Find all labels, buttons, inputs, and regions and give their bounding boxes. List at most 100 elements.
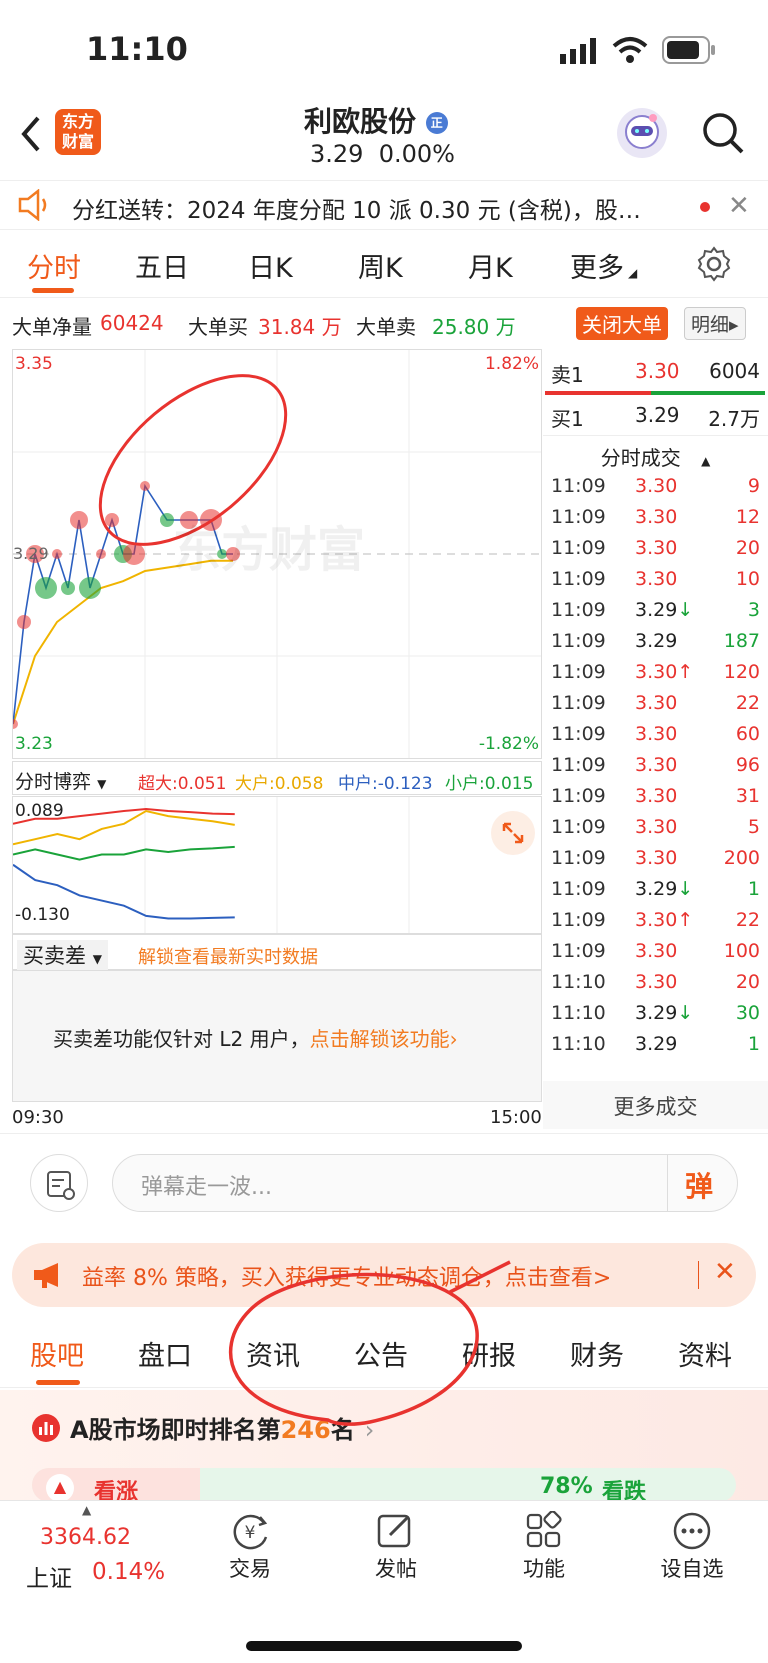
tick-volume: 12	[735, 506, 760, 528]
tick-row: 11:09 3.30 9	[543, 471, 768, 502]
nav-post[interactable]: 发帖	[360, 1511, 432, 1583]
tab-ziliao[interactable]: 资料	[678, 1334, 732, 1373]
promo-close-icon[interactable]: ✕	[714, 1257, 736, 1287]
big-order-row: 大单净量 60424 大单买 31.84 万 大单卖 25.80 万 关闭大单 …	[0, 303, 768, 343]
big-order-dot-6	[70, 511, 88, 529]
maimai-unlock-link[interactable]: 解锁查看最新实时数据	[138, 943, 318, 969]
tick-time: 11:09	[551, 723, 606, 745]
tick-time: 11:09	[551, 754, 606, 776]
game-selector[interactable]: 分时博弈 ▼	[15, 767, 106, 794]
tick-price: 3.30	[635, 692, 678, 714]
community-tab-underline	[36, 1380, 80, 1385]
y-bottom-label: 3.23	[15, 734, 53, 754]
tab-yuek[interactable]: 月K	[468, 246, 513, 285]
game-chart-svg	[13, 797, 410, 933]
tick-row: 11:09 3.30 200	[543, 843, 768, 874]
settings-gear-icon[interactable]	[696, 246, 732, 282]
ticks-list[interactable]: 11:09 3.30 9 11:09 3.30 12 11:09 3.30 20 11:09 3.3…	[543, 471, 768, 1081]
signal-icon	[560, 38, 598, 64]
big-order-dot-5	[61, 581, 75, 595]
back-icon[interactable]	[18, 114, 42, 154]
maimai-header: 买卖差 ▼ 解锁查看最新实时数据	[12, 934, 542, 970]
detail-button[interactable]: 明细▸	[684, 307, 746, 340]
big-order-dot-4	[52, 549, 62, 559]
game-header: 分时博弈 ▼ 超大:0.051 大户:0.058 中户:-0.123 小户:0.…	[12, 761, 542, 795]
annotation-overlay	[228, 1260, 511, 1426]
tick-volume: 60	[735, 723, 760, 745]
vote-bar[interactable]: ▲ 看涨 78% 看跌	[32, 1468, 736, 1502]
tick-volume: 20	[735, 971, 760, 993]
tick-time: 11:10	[551, 1033, 606, 1055]
tick-time: 11:09	[551, 599, 606, 621]
tick-volume: 3	[747, 599, 760, 621]
tick-price: 3.30	[635, 754, 678, 776]
danmu-input[interactable]: 弹幕走一波... 弹	[112, 1154, 738, 1212]
tick-volume: 120	[723, 661, 760, 683]
danmu-send-button[interactable]: 弹	[685, 1165, 713, 1205]
buy1-volume: 2.7万	[708, 407, 760, 431]
robot-avatar-icon[interactable]	[617, 108, 667, 158]
tick-price: 3.30	[635, 568, 678, 590]
search-icon[interactable]	[702, 112, 746, 156]
big-order-dot-13	[160, 513, 174, 527]
tick-volume: 5	[747, 816, 760, 838]
tab-caiwu[interactable]: 财务	[570, 1334, 624, 1373]
tab-more[interactable]: 更多 ◢	[570, 246, 637, 285]
notice-bar[interactable]: 分红送转：2024 年度分配 10 派 0.30 元 (含税)，股… ✕	[0, 180, 768, 230]
tab-rik[interactable]: 日K	[248, 246, 293, 285]
more-deals-button[interactable]: 更多成交	[543, 1081, 768, 1129]
tick-time: 11:09	[551, 847, 606, 869]
tick-price: 3.30	[635, 940, 678, 962]
big-order-dot-1	[17, 615, 31, 629]
wifi-icon	[612, 36, 648, 64]
danmu-settings-icon[interactable]	[30, 1154, 88, 1212]
nav-watchlist[interactable]: 设自选	[650, 1511, 734, 1583]
expand-icon[interactable]	[491, 811, 535, 855]
maimai-lock-link[interactable]: 点击解锁该功能	[310, 1027, 450, 1051]
tick-price: 3.30	[635, 723, 678, 745]
tick-row: 11:09 3.30 12	[543, 502, 768, 533]
sell1-volume: 6004	[709, 359, 760, 383]
tab-pankou[interactable]: 盘口	[138, 1334, 192, 1373]
sell1-label: 卖1	[551, 363, 584, 387]
stock-price: 3.29	[310, 140, 364, 168]
intraday-chart[interactable]: 3.35 3.23 1.82% -1.82% 3.29 东方财富	[12, 349, 542, 759]
more-dots-icon	[673, 1512, 711, 1550]
tick-row: 11:09 3.29 187	[543, 626, 768, 657]
ticks-header[interactable]: 分时成交 ▲	[543, 435, 768, 471]
vote-down-label: 看跌	[602, 1480, 647, 1502]
maimai-selector[interactable]: 买卖差 ▼	[17, 940, 108, 970]
vote-up[interactable]: ▲ 看涨	[32, 1468, 200, 1502]
stock-title: 利欧股份 正	[304, 100, 448, 140]
tick-price: 3.30	[635, 537, 678, 559]
big-order-dot-8	[96, 549, 106, 559]
tick-volume: 22	[735, 692, 760, 714]
tick-row: 11:09 3.30↑ 22	[543, 905, 768, 936]
tick-time: 11:10	[551, 1002, 606, 1024]
game-xiaohu: 小户:0.015	[445, 774, 534, 794]
notice-dot	[700, 202, 710, 212]
tick-price: 3.29↓	[635, 1002, 694, 1024]
tick-price: 3.30	[635, 506, 678, 528]
close-big-order-button[interactable]: 关闭大单	[576, 307, 668, 340]
tick-row: 11:09 3.30 60	[543, 719, 768, 750]
index-value[interactable]: 3364.62	[40, 1525, 131, 1550]
tick-row: 11:09 3.30 96	[543, 750, 768, 781]
big-order-dot-9	[105, 513, 119, 527]
nav-trade[interactable]: ¥ 交易	[214, 1511, 286, 1583]
tab-guba[interactable]: 股吧	[30, 1334, 84, 1373]
game-line-3	[13, 845, 235, 861]
big-order-dot-12	[140, 481, 150, 491]
tick-volume: 22	[735, 909, 760, 931]
big-order-dot-7	[79, 577, 101, 599]
tab-fenshi[interactable]: 分时	[27, 246, 81, 285]
nav-function[interactable]: 功能	[508, 1511, 580, 1583]
tick-price: 3.30	[635, 816, 678, 838]
tab-zhouk[interactable]: 周K	[358, 246, 403, 285]
chart-tabs: 分时 五日 日K 周K 月K 更多 ◢	[0, 232, 768, 298]
tab-wuri[interactable]: 五日	[135, 246, 189, 285]
tick-time: 11:09	[551, 661, 606, 683]
tick-row: 11:09 3.30 5	[543, 812, 768, 843]
notice-close-icon[interactable]: ✕	[728, 191, 750, 221]
tick-time: 11:09	[551, 630, 606, 652]
